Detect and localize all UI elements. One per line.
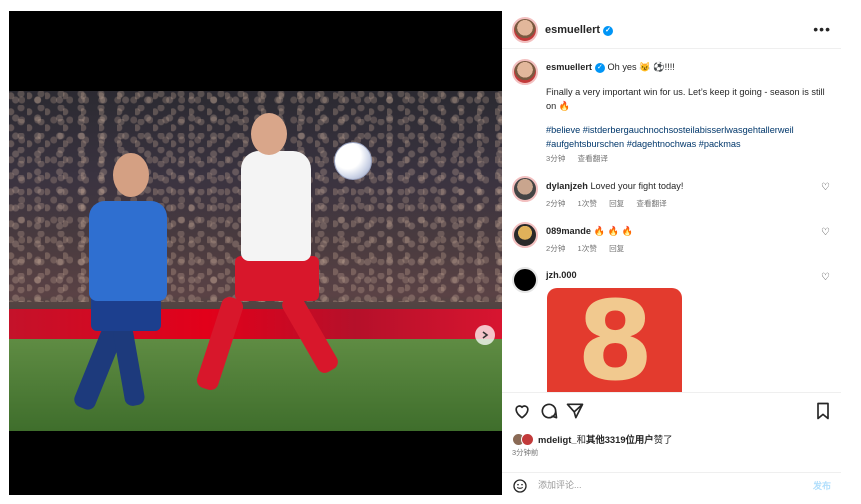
caption-time[interactable]: 3分钟	[546, 154, 565, 163]
likes-summary: mdeligt_ 和其他3319位用户 赞了	[512, 432, 672, 446]
avatar[interactable]	[512, 59, 538, 85]
caption-first-line: esmuellert ✓ Oh yes 😼 ⚽!!!!	[546, 62, 675, 73]
avatar	[521, 432, 534, 446]
comment-image[interactable]: 8	[547, 288, 682, 392]
like-comment-heart-icon[interactable]: ♡	[821, 182, 830, 193]
avatar[interactable]	[512, 17, 538, 43]
comment-meta: 2分钟 1次赞 回复 查看翻译	[546, 199, 667, 208]
post-side-panel: esmuellert ✓ ••• esmuellert ✓ Oh yes 😼 ⚽!!…	[502, 11, 841, 495]
caption-meta: 3分钟 查看翻译	[546, 153, 618, 164]
like-comment-heart-icon[interactable]: ♡	[821, 227, 830, 238]
verified-badge-icon: ✓	[603, 26, 614, 36]
like-comment-heart-icon[interactable]: ♡	[821, 272, 830, 283]
post-comment-button[interactable]: 发布	[813, 479, 831, 492]
comment-text: dylanjzeh Loved your fight today!	[546, 181, 684, 191]
comment-username[interactable]: jzh.000	[546, 270, 577, 280]
comment-username[interactable]: dylanjzeh	[546, 181, 588, 191]
add-comment-bar: 发布	[502, 472, 841, 495]
caption-body: Finally a very important win for us. Let…	[546, 87, 825, 111]
post-header: esmuellert ✓ •••	[502, 11, 841, 49]
emoji-icon[interactable]	[512, 478, 528, 494]
carousel-next-button[interactable]	[475, 325, 495, 345]
post-time-ago[interactable]: 3分钟前	[512, 447, 538, 458]
instagram-post-modal: esmuellert ✓ ••• esmuellert ✓ Oh yes 😼 ⚽!!…	[0, 0, 861, 504]
football	[334, 142, 372, 180]
comment-image-number: 8	[577, 288, 654, 392]
more-options-icon[interactable]: •••	[813, 21, 831, 37]
share-icon[interactable]	[565, 401, 585, 421]
caption-hashtags[interactable]: #believe #istderbergauchnochsosteilabiss…	[546, 123, 831, 151]
chevron-right-icon	[482, 331, 489, 339]
avatar[interactable]	[512, 176, 538, 202]
comment-text: jzh.000	[546, 268, 577, 282]
post-actions	[502, 401, 841, 423]
post-photo	[9, 91, 502, 431]
verified-badge-icon: ✓	[594, 63, 605, 73]
comment-meta: 2分钟 1次赞 回复	[546, 244, 625, 253]
comment-username[interactable]: 089mande	[546, 226, 591, 236]
bookmark-icon[interactable]	[813, 401, 833, 421]
header-username[interactable]: esmuellert ✓	[545, 24, 614, 36]
see-translation-link[interactable]: 查看翻译	[578, 154, 608, 163]
comment-input[interactable]	[538, 476, 778, 494]
avatar[interactable]	[512, 222, 538, 248]
comment-icon[interactable]	[539, 401, 559, 421]
post-media	[9, 11, 502, 495]
comment-text: 089mande 🔥 🔥 🔥	[546, 226, 633, 236]
heart-icon[interactable]	[512, 401, 532, 421]
avatar[interactable]	[512, 267, 538, 293]
